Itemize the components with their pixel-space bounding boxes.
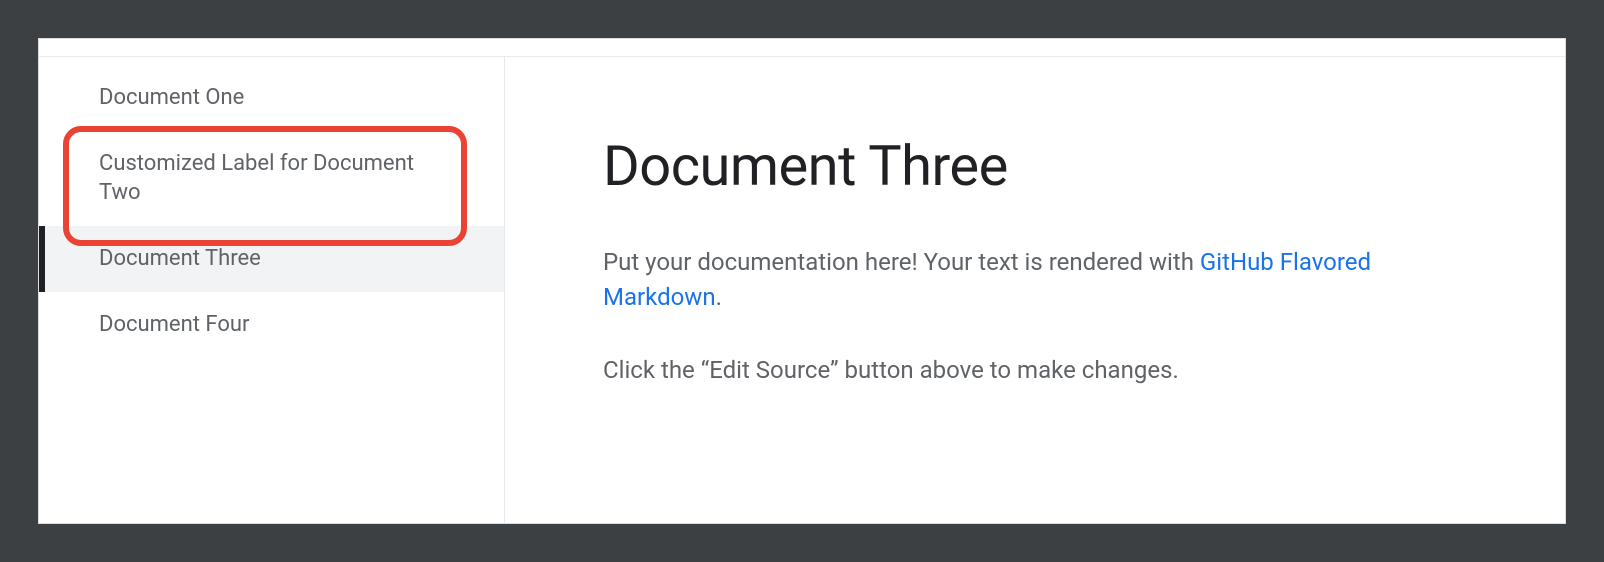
sidebar: Document One Customized Label for Docume… (39, 57, 505, 523)
sidebar-item-document-four[interactable]: Document Four (39, 292, 504, 358)
sidebar-item-label: Customized Label for Document Two (99, 151, 414, 206)
sidebar-item-label: Document Four (99, 312, 249, 337)
app-window: Document One Customized Label for Docume… (38, 38, 1566, 524)
sidebar-item-label: Document Three (99, 246, 261, 271)
sidebar-item-label: Document One (99, 85, 244, 110)
top-bar (39, 39, 1565, 57)
intro-paragraph: Put your documentation here! Your text i… (603, 245, 1475, 315)
intro-text-prefix: Put your documentation here! Your text i… (603, 248, 1200, 276)
sidebar-item-document-three[interactable]: Document Three (39, 226, 504, 292)
sidebar-item-document-one[interactable]: Document One (39, 65, 504, 131)
main-content: Document Three Put your documentation he… (505, 57, 1565, 523)
intro-text-suffix: . (716, 283, 722, 311)
page-title: Document Three (603, 133, 1475, 199)
content-wrapper: Document One Customized Label for Docume… (39, 57, 1565, 523)
sidebar-item-document-two[interactable]: Customized Label for Document Two (39, 131, 504, 226)
instruction-paragraph: Click the “Edit Source” button above to … (603, 353, 1475, 388)
